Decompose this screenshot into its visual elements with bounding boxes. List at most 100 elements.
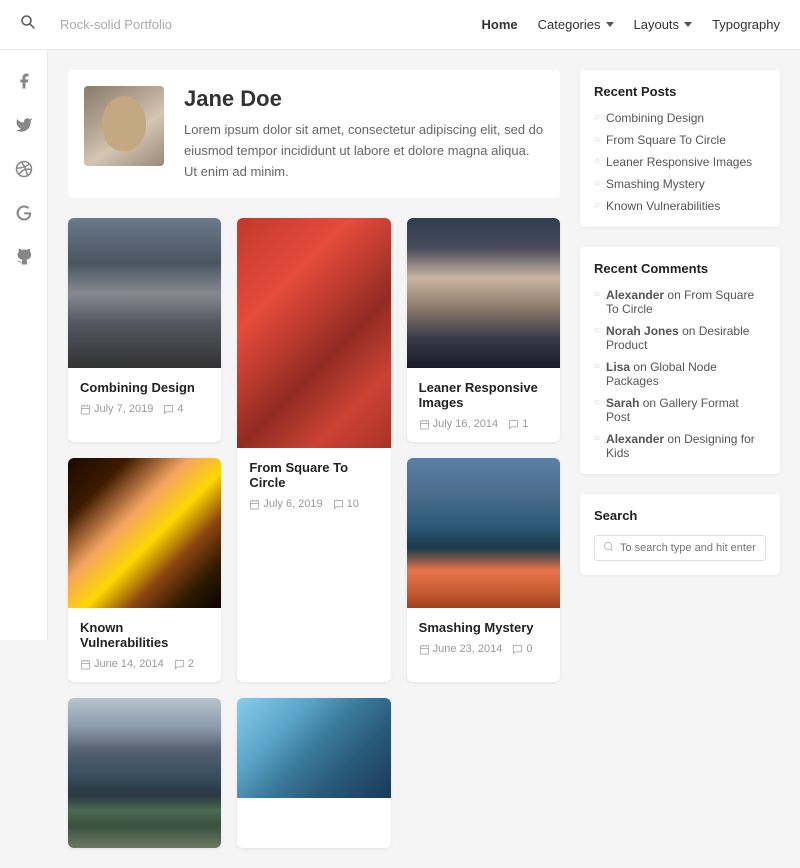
post-card-wind[interactable] bbox=[237, 698, 390, 848]
site-title: Rock-solid Portfolio bbox=[60, 17, 482, 32]
post-meta: July 7, 2019 4 bbox=[80, 403, 209, 415]
list-item: Known Vulnerabilities bbox=[594, 199, 766, 213]
recent-post-link[interactable]: From Square To Circle bbox=[606, 133, 726, 147]
post-card-body: Combining Design July 7, 2019 4 bbox=[68, 368, 221, 427]
post-comments: 10 bbox=[333, 498, 359, 510]
comment-icon bbox=[333, 499, 344, 510]
search-input-wrap bbox=[594, 535, 766, 561]
post-card-square-circle[interactable]: From Square To Circle July 6, 2019 10 bbox=[237, 218, 390, 682]
search-title: Search bbox=[594, 508, 766, 523]
comment-text: Lisa on Global Node Packages bbox=[606, 360, 766, 388]
list-item: Leaner Responsive Images bbox=[594, 155, 766, 169]
dribbble-icon[interactable] bbox=[13, 158, 35, 180]
comment-text: Norah Jones on Desirable Product bbox=[606, 324, 766, 352]
nav-layouts[interactable]: Layouts bbox=[634, 17, 693, 32]
comment-icon bbox=[163, 404, 174, 415]
post-title: Leaner Responsive Images bbox=[419, 380, 548, 410]
post-image-railway bbox=[68, 218, 221, 368]
comment-icon bbox=[174, 659, 185, 670]
recent-comments-list: Alexander on From Square To Circle Norah… bbox=[594, 288, 766, 460]
author-name: Jane Doe bbox=[184, 86, 544, 112]
post-image-concert bbox=[68, 458, 221, 608]
post-comments: 2 bbox=[174, 658, 194, 670]
post-card-combining-design[interactable]: Combining Design July 7, 2019 4 bbox=[68, 218, 221, 442]
post-meta: July 16, 2014 1 bbox=[419, 418, 548, 430]
left-sidebar bbox=[0, 50, 48, 640]
posts-grid: Combining Design July 7, 2019 4 bbox=[68, 218, 560, 848]
post-date: July 6, 2019 bbox=[249, 498, 322, 510]
recent-post-link[interactable]: Known Vulnerabilities bbox=[606, 199, 720, 213]
recent-post-link[interactable]: Combining Design bbox=[606, 111, 704, 125]
post-comments: 1 bbox=[508, 418, 528, 430]
top-navigation: Rock-solid Portfolio Home Categories Lay… bbox=[0, 0, 800, 50]
post-image-canoe bbox=[407, 458, 560, 608]
comment-icon bbox=[512, 644, 523, 655]
main-wrapper: Jane Doe Lorem ipsum dolor sit amet, con… bbox=[48, 50, 800, 868]
post-meta: June 14, 2014 2 bbox=[80, 658, 209, 670]
post-title: Smashing Mystery bbox=[419, 620, 548, 635]
post-card-leaner-images[interactable]: Leaner Responsive Images July 16, 2014 1 bbox=[407, 218, 560, 442]
post-title: Combining Design bbox=[80, 380, 209, 395]
list-item: Norah Jones on Desirable Product bbox=[594, 324, 766, 352]
author-avatar bbox=[84, 86, 164, 166]
search-icon bbox=[603, 541, 614, 555]
recent-post-link[interactable]: Smashing Mystery bbox=[606, 177, 705, 191]
recent-posts-list: Combining Design From Square To Circle L… bbox=[594, 111, 766, 213]
recent-posts-title: Recent Posts bbox=[594, 84, 766, 99]
facebook-icon[interactable] bbox=[13, 70, 35, 92]
post-comments: 0 bbox=[512, 643, 532, 655]
list-item: Alexander on Designing for Kids bbox=[594, 432, 766, 460]
github-icon[interactable] bbox=[13, 246, 35, 268]
recent-comments-widget: Recent Comments Alexander on From Square… bbox=[580, 247, 780, 474]
list-item: Sarah on Gallery Format Post bbox=[594, 396, 766, 424]
nav-typography[interactable]: Typography bbox=[712, 17, 780, 32]
author-info: Jane Doe Lorem ipsum dolor sit amet, con… bbox=[184, 86, 544, 182]
nav-home[interactable]: Home bbox=[482, 17, 518, 32]
post-image-strawberry bbox=[237, 218, 390, 448]
recent-posts-widget: Recent Posts Combining Design From Squar… bbox=[580, 70, 780, 227]
post-card-mountain[interactable] bbox=[68, 698, 221, 848]
post-card-body: Smashing Mystery June 23, 2014 0 bbox=[407, 608, 560, 667]
nav-categories[interactable]: Categories bbox=[538, 17, 614, 32]
twitter-icon[interactable] bbox=[13, 114, 35, 136]
post-card-known-vulnerabilities[interactable]: Known Vulnerabilities June 14, 2014 2 bbox=[68, 458, 221, 682]
calendar-icon bbox=[419, 644, 430, 655]
post-image-wind bbox=[237, 698, 390, 798]
recent-post-link[interactable]: Leaner Responsive Images bbox=[606, 155, 752, 169]
search-input[interactable] bbox=[620, 542, 757, 554]
nav-links: Home Categories Layouts Typography bbox=[482, 17, 780, 32]
post-title: Known Vulnerabilities bbox=[80, 620, 209, 650]
calendar-icon bbox=[80, 404, 91, 415]
post-image-eyes bbox=[407, 218, 560, 368]
recent-comments-title: Recent Comments bbox=[594, 261, 766, 276]
comment-icon bbox=[508, 419, 519, 430]
author-bio: Lorem ipsum dolor sit amet, consectetur … bbox=[184, 120, 544, 182]
post-card-body: Known Vulnerabilities June 14, 2014 2 bbox=[68, 608, 221, 682]
post-date: July 16, 2014 bbox=[419, 418, 498, 430]
right-sidebar: Recent Posts Combining Design From Squar… bbox=[580, 70, 780, 848]
post-meta: June 23, 2014 0 bbox=[419, 643, 548, 655]
list-item: Lisa on Global Node Packages bbox=[594, 360, 766, 388]
comment-text: Sarah on Gallery Format Post bbox=[606, 396, 766, 424]
search-widget: Search bbox=[580, 494, 780, 575]
post-date: June 23, 2014 bbox=[419, 643, 503, 655]
post-card-smashing-mystery[interactable]: Smashing Mystery June 23, 2014 0 bbox=[407, 458, 560, 682]
content-area: Jane Doe Lorem ipsum dolor sit amet, con… bbox=[68, 70, 560, 848]
post-meta: July 6, 2019 10 bbox=[249, 498, 378, 510]
post-image-mountain bbox=[68, 698, 221, 848]
post-comments: 4 bbox=[163, 403, 183, 415]
list-item: Combining Design bbox=[594, 111, 766, 125]
search-button[interactable] bbox=[20, 14, 36, 35]
calendar-icon bbox=[249, 499, 260, 510]
author-section: Jane Doe Lorem ipsum dolor sit amet, con… bbox=[68, 70, 560, 198]
google-icon[interactable] bbox=[13, 202, 35, 224]
post-card-body: From Square To Circle July 6, 2019 10 bbox=[237, 448, 390, 522]
chevron-down-icon bbox=[684, 22, 692, 27]
author-avatar-image bbox=[84, 86, 164, 166]
list-item: From Square To Circle bbox=[594, 133, 766, 147]
post-title: From Square To Circle bbox=[249, 460, 378, 490]
list-item: Alexander on From Square To Circle bbox=[594, 288, 766, 316]
post-date: July 7, 2019 bbox=[80, 403, 153, 415]
calendar-icon bbox=[80, 659, 91, 670]
post-card-body: Leaner Responsive Images July 16, 2014 1 bbox=[407, 368, 560, 442]
